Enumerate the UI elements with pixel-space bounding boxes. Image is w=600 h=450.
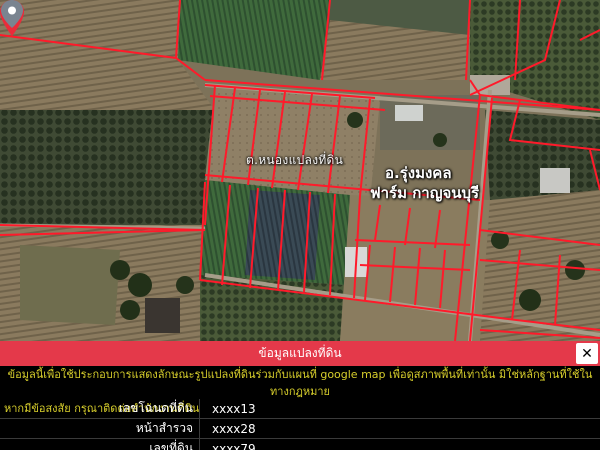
disclaimer-line1: ข้อมูลนี้เพื่อใช้ประกอบการแสดงลักษณะรูปแ… [7,368,593,398]
parcel-info-panel: ข้อมูลแปลงที่ดิน ✕ ข้อมูลนี้เพื่อใช้ประก… [0,341,600,450]
deed-number-value: xxxx13 [199,399,600,419]
close-icon: ✕ [581,345,593,362]
location-pin-icon[interactable] [0,0,24,28]
table-row: เลขโฉนดที่ดิน xxxx13 [0,399,600,419]
land-number-value: xxxx79 [199,438,600,450]
panel-header: ข้อมูลแปลงที่ดิน ✕ [0,341,600,366]
parcel-map-label: ต.หนองแปลงที่ดิน [246,153,344,167]
map-imagery [0,0,600,341]
survey-page-value: xxxx28 [199,418,600,439]
satellite-map[interactable]: ต.หนองแปลงที่ดิน อ.รุ่งมงคล ฟาร์ม กาญจนบ… [0,0,600,341]
parcel-info-table: เลขโฉนดที่ดิน xxxx13 หน้าสำรวจ xxxx28 เล… [0,399,600,450]
deed-number-label: เลขโฉนดที่ดิน [0,399,200,419]
close-button[interactable]: ✕ [576,343,598,364]
table-row: เลขที่ดิน xxxx79 [0,438,600,450]
survey-page-label: หน้าสำรวจ [0,418,200,439]
panel-title: ข้อมูลแปลงที่ดิน [258,346,342,360]
farm-label-line2[interactable]: ฟาร์ม กาญจนบุรี [370,181,479,205]
land-parcel-viewer: ต.หนองแปลงที่ดิน อ.รุ่งมงคล ฟาร์ม กาญจนบ… [0,0,600,450]
land-number-label: เลขที่ดิน [0,438,200,450]
table-row: หน้าสำรวจ xxxx28 [0,418,600,439]
